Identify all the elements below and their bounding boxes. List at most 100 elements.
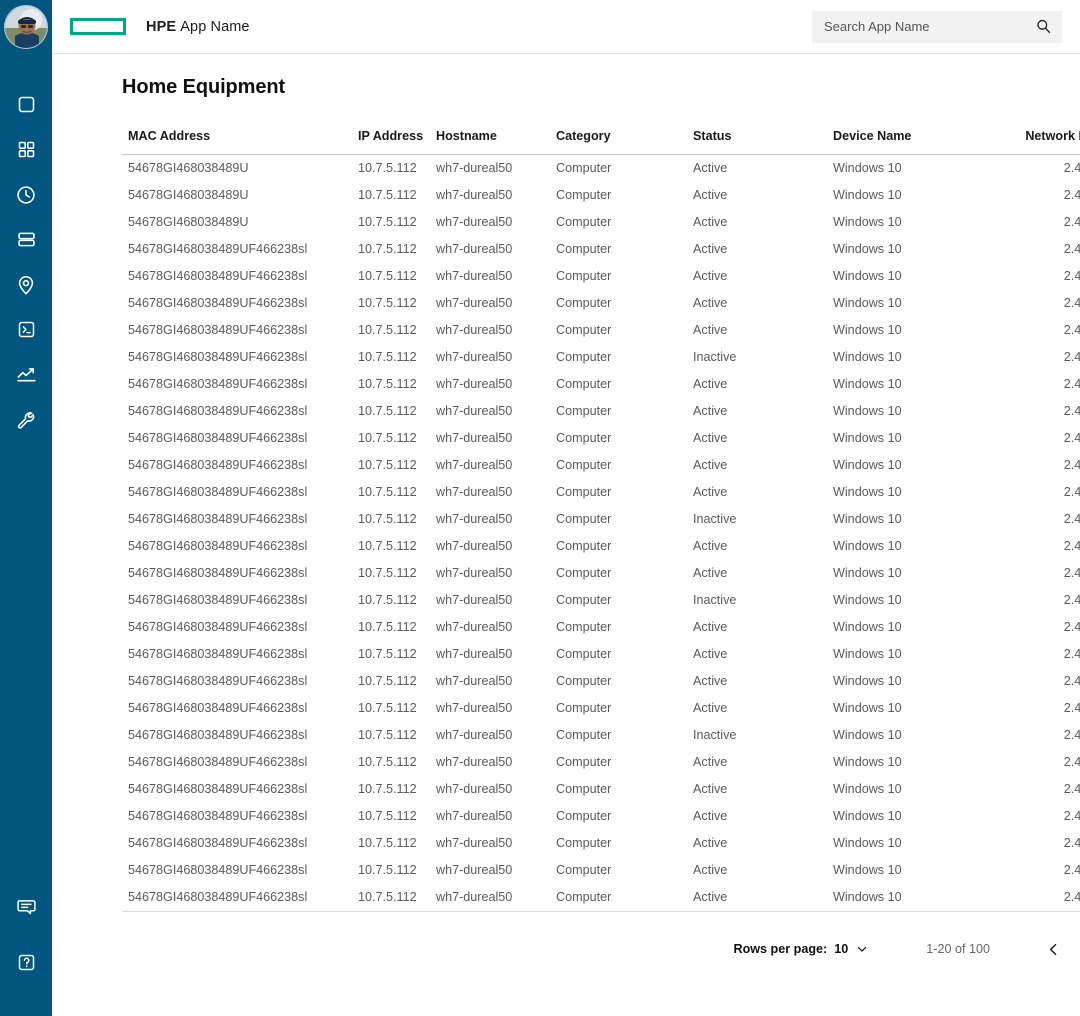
table-row[interactable]: 54678GI468038489UF466238sl10.7.5.112wh7-… — [122, 560, 1080, 587]
table-row[interactable]: 54678GI468038489UF466238sl10.7.5.112wh7-… — [122, 236, 1080, 263]
table-row[interactable]: 54678GI468038489UF466238sl10.7.5.112wh7-… — [122, 344, 1080, 371]
cell-category: Computer — [556, 749, 693, 776]
cell-network-band: 2.4 GHz — [1019, 668, 1080, 695]
cell-device-name: Windows 10 — [833, 263, 1019, 290]
chevron-down-icon[interactable] — [855, 942, 869, 956]
cell-network-band: 2.4 GHz — [1019, 506, 1080, 533]
column-header-mac-address[interactable]: MAC Address — [122, 129, 358, 155]
cell-ip-address: 10.7.5.112 — [358, 263, 436, 290]
table-row[interactable]: 54678GI468038489UF466238sl10.7.5.112wh7-… — [122, 371, 1080, 398]
table-row[interactable]: 54678GI468038489UF466238sl10.7.5.112wh7-… — [122, 857, 1080, 884]
cell-status: Active — [693, 533, 833, 560]
table-row[interactable]: 54678GI468038489UF466238sl10.7.5.112wh7-… — [122, 722, 1080, 749]
table-row[interactable]: 54678GI468038489UF466238sl10.7.5.112wh7-… — [122, 830, 1080, 857]
cell-status: Active — [693, 155, 833, 183]
cell-mac-address: 54678GI468038489UF466238sl — [122, 776, 358, 803]
column-header-network-band[interactable]: Network Band — [1019, 129, 1080, 155]
previous-page-button[interactable] — [1038, 934, 1068, 964]
cell-status: Inactive — [693, 722, 833, 749]
table-row[interactable]: 54678GI468038489UF466238sl10.7.5.112wh7-… — [122, 668, 1080, 695]
cell-category: Computer — [556, 425, 693, 452]
sidebar-item-help[interactable] — [0, 934, 52, 990]
table-head: MAC Address IP Address Hostname Category… — [122, 129, 1080, 155]
table-row[interactable]: 54678GI468038489UF466238sl10.7.5.112wh7-… — [122, 506, 1080, 533]
cell-category: Computer — [556, 803, 693, 830]
column-header-device-name[interactable]: Device Name — [833, 129, 1019, 155]
table-row[interactable]: 54678GI468038489UF466238sl10.7.5.112wh7-… — [122, 290, 1080, 317]
cell-network-band: 2.4 GHz — [1019, 236, 1080, 263]
sidebar-item-devices[interactable] — [0, 217, 52, 262]
cell-network-band: 2.4 GHz — [1019, 452, 1080, 479]
cell-ip-address: 10.7.5.112 — [358, 209, 436, 236]
cell-device-name: Windows 10 — [833, 290, 1019, 317]
rows-per-page-control[interactable]: Rows per page: 10 — [733, 942, 869, 956]
pagination-bar: Rows per page: 10 1-20 of 100 — [122, 934, 1080, 964]
avatar-container[interactable] — [0, 0, 52, 54]
cell-device-name: Windows 10 — [833, 776, 1019, 803]
sidebar-item-tools[interactable] — [0, 397, 52, 442]
sidebar-item-locations[interactable] — [0, 262, 52, 307]
wrench-icon — [15, 409, 37, 431]
page-content: Home Equipment MAC Address IP Address Ho… — [52, 54, 1080, 1016]
table-row[interactable]: 54678GI468038489UF466238sl10.7.5.112wh7-… — [122, 641, 1080, 668]
table-row[interactable]: 54678GI468038489UF466238sl10.7.5.112wh7-… — [122, 452, 1080, 479]
sidebar-item-feedback[interactable] — [0, 878, 52, 934]
table-row[interactable]: 54678GI468038489U10.7.5.112wh7-dureal50C… — [122, 155, 1080, 183]
table-row[interactable]: 54678GI468038489UF466238sl10.7.5.112wh7-… — [122, 749, 1080, 776]
avatar-photo-icon — [5, 6, 48, 49]
cell-category: Computer — [556, 209, 693, 236]
cell-network-band: 2.4 GHz — [1019, 290, 1080, 317]
table-row[interactable]: 54678GI468038489U10.7.5.112wh7-dureal50C… — [122, 209, 1080, 236]
table-row[interactable]: 54678GI468038489UF466238sl10.7.5.112wh7-… — [122, 803, 1080, 830]
cell-status: Active — [693, 749, 833, 776]
server-stack-icon — [16, 229, 37, 250]
search-container[interactable] — [812, 11, 1062, 43]
search-icon[interactable] — [1035, 18, 1052, 35]
cell-mac-address: 54678GI468038489UF466238sl — [122, 344, 358, 371]
sidebar-item-analytics[interactable] — [0, 352, 52, 397]
table-row[interactable]: 54678GI468038489UF466238sl10.7.5.112wh7-… — [122, 263, 1080, 290]
cell-ip-address: 10.7.5.112 — [358, 317, 436, 344]
cell-ip-address: 10.7.5.112 — [358, 884, 436, 912]
cell-device-name: Windows 10 — [833, 560, 1019, 587]
table-row[interactable]: 54678GI468038489UF466238sl10.7.5.112wh7-… — [122, 533, 1080, 560]
table-row[interactable]: 54678GI468038489UF466238sl10.7.5.112wh7-… — [122, 425, 1080, 452]
table-row[interactable]: 54678GI468038489U10.7.5.112wh7-dureal50C… — [122, 182, 1080, 209]
column-header-ip-address[interactable]: IP Address — [358, 129, 436, 155]
cell-ip-address: 10.7.5.112 — [358, 479, 436, 506]
table-row[interactable]: 54678GI468038489UF466238sl10.7.5.112wh7-… — [122, 587, 1080, 614]
table-row[interactable]: 54678GI468038489UF466238sl10.7.5.112wh7-… — [122, 884, 1080, 912]
cell-hostname: wh7-dureal50 — [436, 668, 556, 695]
table-row[interactable]: 54678GI468038489UF466238sl10.7.5.112wh7-… — [122, 398, 1080, 425]
table-row[interactable]: 54678GI468038489UF466238sl10.7.5.112wh7-… — [122, 479, 1080, 506]
table-row[interactable]: 54678GI468038489UF466238sl10.7.5.112wh7-… — [122, 776, 1080, 803]
cell-network-band: 2.4 GHz — [1019, 776, 1080, 803]
terminal-icon — [16, 319, 37, 340]
cell-hostname: wh7-dureal50 — [436, 290, 556, 317]
cell-category: Computer — [556, 614, 693, 641]
column-header-status[interactable]: Status — [693, 129, 833, 155]
brand-name: HPE — [146, 19, 176, 35]
table-row[interactable]: 54678GI468038489UF466238sl10.7.5.112wh7-… — [122, 614, 1080, 641]
sidebar-item-applications[interactable] — [0, 127, 52, 172]
sidebar-item-overview[interactable] — [0, 82, 52, 127]
cell-hostname: wh7-dureal50 — [436, 749, 556, 776]
cell-mac-address: 54678GI468038489UF466238sl — [122, 884, 358, 912]
table-row[interactable]: 54678GI468038489UF466238sl10.7.5.112wh7-… — [122, 695, 1080, 722]
sidebar-item-history[interactable] — [0, 172, 52, 217]
column-header-hostname[interactable]: Hostname — [436, 129, 556, 155]
location-pin-icon — [15, 274, 37, 296]
column-header-category[interactable]: Category — [556, 129, 693, 155]
table-row[interactable]: 54678GI468038489UF466238sl10.7.5.112wh7-… — [122, 317, 1080, 344]
avatar[interactable] — [4, 5, 48, 49]
cell-hostname: wh7-dureal50 — [436, 155, 556, 183]
sidebar-item-console[interactable] — [0, 307, 52, 352]
cell-device-name: Windows 10 — [833, 803, 1019, 830]
cell-category: Computer — [556, 182, 693, 209]
cell-mac-address: 54678GI468038489UF466238sl — [122, 587, 358, 614]
cell-category: Computer — [556, 263, 693, 290]
cell-category: Computer — [556, 695, 693, 722]
search-input[interactable] — [824, 19, 1035, 34]
cell-ip-address: 10.7.5.112 — [358, 398, 436, 425]
table-header-row: MAC Address IP Address Hostname Category… — [122, 129, 1080, 155]
